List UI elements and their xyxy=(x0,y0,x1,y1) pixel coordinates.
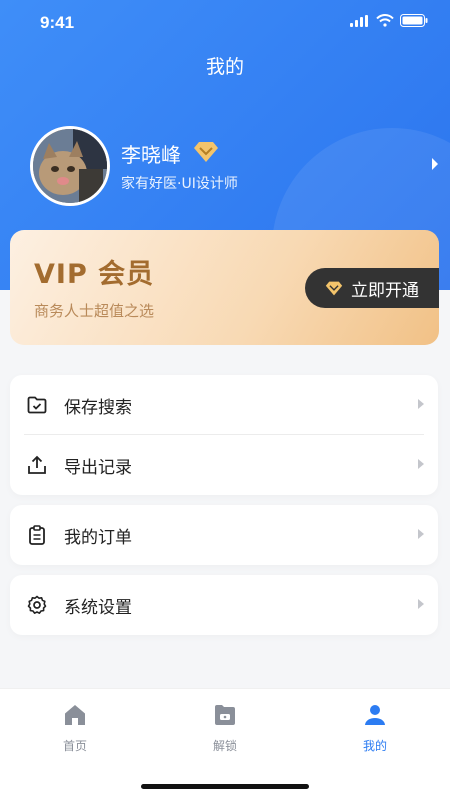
tab-label: 解锁 xyxy=(212,739,237,753)
battery-icon xyxy=(400,14,428,27)
user-subtitle: 家有好医·UI设计师 xyxy=(121,176,238,192)
cat-avatar-image xyxy=(33,129,107,203)
home-icon xyxy=(65,705,85,725)
vip-button-label: 立即开通 xyxy=(351,280,419,301)
vip-card[interactable]: VIP 会员 商务人士超值之选 立即开通 xyxy=(10,230,439,345)
signal-icon xyxy=(350,14,368,27)
clipboard-icon xyxy=(26,524,48,546)
tab-mine[interactable]: 我的 xyxy=(335,703,415,754)
home-indicator xyxy=(141,784,309,789)
vip-title: VIP 会员 xyxy=(34,259,155,290)
user-icon xyxy=(365,705,385,725)
menu-card-2: 我的订单 xyxy=(10,505,438,565)
vip-open-button[interactable]: 立即开通 xyxy=(305,268,439,308)
tab-home[interactable]: 首页 xyxy=(35,703,115,754)
diamond-vip-icon xyxy=(194,142,218,162)
diamond-icon xyxy=(325,281,343,295)
page-title: 我的 xyxy=(205,56,244,78)
chevron-right-icon xyxy=(418,599,424,609)
menu-item-label: 系统设置 xyxy=(64,597,132,618)
status-bar: 9:41 xyxy=(0,0,450,46)
unlock-folder-icon xyxy=(215,705,235,725)
chevron-right-icon xyxy=(418,399,424,409)
tab-label: 我的 xyxy=(362,739,387,753)
chevron-right-icon xyxy=(418,529,424,539)
vip-subtitle: 商务人士超值之选 xyxy=(34,302,155,320)
menu-item-my-orders[interactable]: 我的订单 xyxy=(10,505,438,565)
user-name: 李晓峰 xyxy=(121,143,181,167)
menu-item-export-records[interactable]: 导出记录 xyxy=(10,435,438,495)
upload-icon xyxy=(26,454,48,476)
status-icons xyxy=(350,14,428,27)
folder-check-icon xyxy=(26,394,48,416)
wifi-icon xyxy=(376,14,394,27)
avatar[interactable] xyxy=(30,126,110,206)
chevron-right-icon[interactable] xyxy=(431,158,439,170)
chevron-right-icon xyxy=(418,459,424,469)
menu-item-label: 保存搜索 xyxy=(64,397,132,418)
menu-item-label: 我的订单 xyxy=(64,527,132,548)
menu-item-saved-search[interactable]: 保存搜索 xyxy=(10,375,438,435)
menu-item-settings[interactable]: 系统设置 xyxy=(10,575,438,635)
gear-icon xyxy=(26,594,48,616)
status-time: 9:41 xyxy=(40,13,75,32)
menu-item-label: 导出记录 xyxy=(64,457,132,478)
tab-unlock[interactable]: 解锁 xyxy=(185,703,265,754)
tab-label: 首页 xyxy=(62,739,87,753)
menu-card-1: 保存搜索 导出记录 xyxy=(10,375,438,495)
menu-card-3: 系统设置 xyxy=(10,575,438,635)
